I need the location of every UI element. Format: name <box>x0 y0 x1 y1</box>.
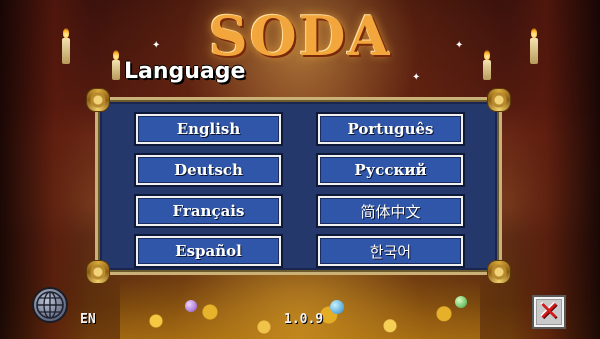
language-button-chinese[interactable]: 简体中文 <box>318 196 463 226</box>
language-button-korean[interactable]: 한국어 <box>318 236 463 266</box>
candle-right-small <box>483 50 491 80</box>
gold-coin-pile <box>120 279 480 339</box>
close-icon: ✕ <box>538 297 560 327</box>
language-button-german[interactable]: Deutsch <box>136 155 281 185</box>
sparkle-icon: ✦ <box>412 72 421 83</box>
purple-gem <box>185 300 197 312</box>
language-button-russian[interactable]: Русский <box>318 155 463 185</box>
sparkle-icon: ✦ <box>455 40 464 51</box>
ornament-corner-icon <box>86 260 110 284</box>
candle-left-small <box>112 50 120 80</box>
green-gem <box>455 296 467 308</box>
candle-left <box>62 28 70 64</box>
sparkle-icon: ✦ <box>152 40 161 51</box>
close-button[interactable]: ✕ <box>532 295 566 329</box>
globe-icon[interactable] <box>32 287 68 323</box>
language-button-portuguese[interactable]: Português <box>318 114 463 144</box>
dialog-title: Language <box>124 59 246 84</box>
version-label: 1.0.9 <box>284 312 324 327</box>
ornament-corner-icon <box>86 88 110 112</box>
candle-right <box>530 28 538 64</box>
blue-gem <box>330 300 344 314</box>
language-button-english[interactable]: English <box>136 114 281 144</box>
language-button-french[interactable]: Français <box>136 196 281 226</box>
current-language-code: EN <box>80 312 96 327</box>
ornament-corner-icon <box>487 260 511 284</box>
language-button-spanish[interactable]: Español <box>136 236 281 266</box>
right-curtain <box>510 0 600 339</box>
ornament-corner-icon <box>487 88 511 112</box>
